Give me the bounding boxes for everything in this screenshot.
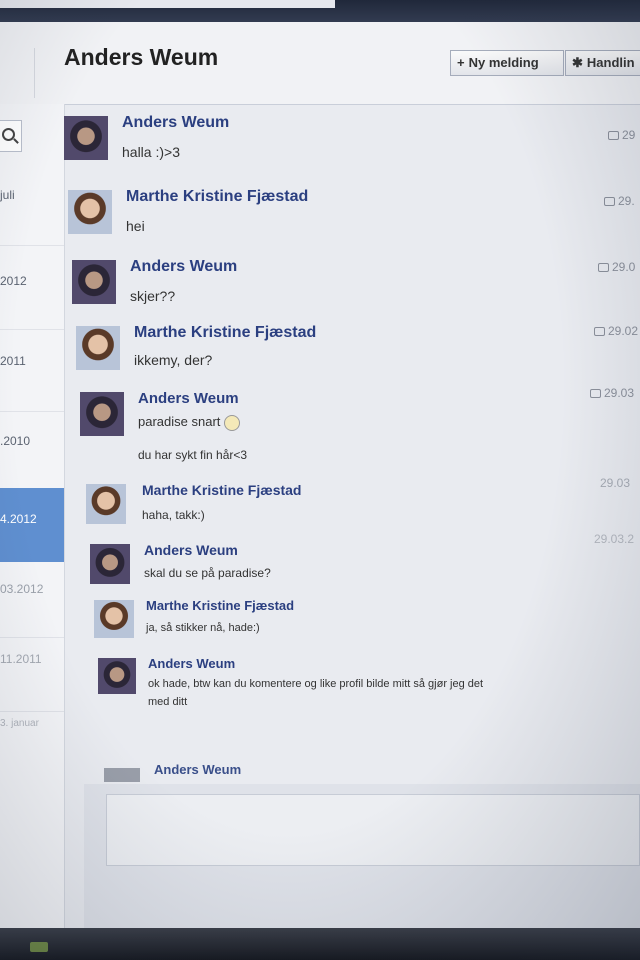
message-text: med ditt (148, 696, 188, 708)
speech-bubble-icon (604, 197, 615, 207)
conversation-date: 2012 (0, 274, 27, 288)
timestamp-text: 29.02 (608, 324, 639, 338)
message-text: ja, så stikker nå, hade:) (146, 622, 260, 634)
message-timestamp: 29.03.2 (594, 532, 634, 546)
message-sender[interactable]: Anders Weum (138, 390, 239, 407)
conversation-date: 3. januar (0, 718, 39, 729)
conversation-list-item[interactable]: 3. januar (0, 712, 64, 776)
message-text: hei (126, 218, 145, 234)
timestamp-text: 29.03 (600, 476, 631, 490)
conversation-date: 4.2012 (0, 512, 37, 526)
conversation-list-item[interactable]: .2010 (0, 414, 64, 494)
timestamp-text: 29 (622, 128, 636, 142)
message-text: ok hade, btw kan du komentere og like pr… (148, 678, 484, 690)
conversation-list-item[interactable]: 11.2011 (0, 640, 64, 712)
message-text-part: paradise snart (138, 414, 221, 429)
search-button[interactable] (0, 120, 22, 152)
screen: Anders Weum + Ny melding ✱ Handlin juli 20… (0, 0, 640, 960)
avatar (98, 658, 136, 694)
smiley-icon (224, 414, 241, 431)
message-sender[interactable]: Anders Weum (122, 114, 229, 132)
timestamp-text: 29.03.2 (594, 532, 635, 546)
message-timestamp: 29.0 (598, 260, 635, 274)
message-sender[interactable]: Marthe Kristine Fjæstad (134, 324, 316, 342)
composer-sender: Anders Weum (106, 762, 241, 777)
conversation-date: 2011 (0, 354, 26, 368)
message-text: halla :)>3 (122, 144, 180, 160)
message-sender[interactable]: Anders Weum (130, 258, 237, 276)
monitor-bezel-top (0, 0, 640, 22)
new-message-label: Ny melding (468, 55, 539, 70)
message-timestamp: 29.03 (590, 386, 634, 400)
avatar (90, 544, 130, 584)
conversation-list-item[interactable]: 03.2012 (0, 566, 64, 638)
speech-bubble-icon (598, 263, 609, 273)
header-divider (34, 48, 35, 98)
avatar (68, 190, 112, 234)
search-icon-handle (13, 138, 19, 144)
gear-icon: ✱ (572, 55, 583, 70)
conversation-list-item[interactable]: 2012 (0, 250, 64, 330)
avatar (94, 600, 134, 638)
conversation-header: Anders Weum + Ny melding ✱ Handlin (0, 22, 640, 105)
message-sender[interactable]: Anders Weum (148, 656, 235, 671)
monitor-bezel-bottom (0, 928, 640, 960)
actions-label: Handlin (586, 55, 635, 70)
timestamp-text: 29.03 (604, 386, 635, 400)
taskbar-icon[interactable] (30, 942, 48, 952)
avatar (80, 392, 124, 436)
conversation-date: 03.2012 (0, 582, 44, 596)
message-text: du har sykt fin hår<3 (138, 448, 248, 462)
avatar (86, 484, 126, 524)
conversation-list-item-active[interactable]: 4.2012 (0, 488, 64, 562)
avatar (64, 116, 108, 160)
message-text: skjer?? (130, 288, 176, 304)
conversation-title: Anders Weum (64, 44, 219, 70)
message-timestamp: 29. (604, 194, 635, 208)
conversation-date: juli (0, 188, 15, 202)
timestamp-text: 29. (618, 194, 635, 208)
avatar (76, 326, 120, 370)
conversation-date: 11.2011 (0, 652, 42, 666)
message-sender[interactable]: Marthe Kristine Fjæstad (126, 188, 308, 206)
timestamp-text: 29.0 (612, 260, 636, 274)
new-message-button[interactable]: + Ny melding (450, 50, 564, 76)
speech-bubble-icon (594, 327, 605, 337)
message-sender[interactable]: Marthe Kristine Fjæstad (146, 598, 294, 613)
message-timestamp: 29.02 (594, 324, 638, 338)
conversation-list-item[interactable]: juli (0, 166, 64, 246)
browser-top-strip (0, 0, 335, 8)
message-text: ikkemy, der? (134, 352, 213, 368)
message-text: haha, takk:) (142, 508, 205, 522)
speech-bubble-icon (608, 131, 619, 141)
conversation-date: .2010 (0, 434, 31, 448)
conversation-list: juli 2012 2011 .2010 4.2012 03.2012 11.2… (0, 104, 65, 928)
composer-sender-name: Anders Weum (154, 762, 242, 777)
conversation-list-item[interactable]: 2011 (0, 332, 64, 412)
actions-button[interactable]: ✱ Handlin (565, 50, 640, 76)
message-text: skal du se på paradise? (144, 566, 271, 580)
message-sender[interactable]: Anders Weum (144, 542, 238, 558)
message-timestamp: 29.03 (600, 476, 630, 490)
plus-icon: + (457, 55, 465, 70)
message-text: paradise snart (138, 414, 241, 431)
message-sender[interactable]: Marthe Kristine Fjæstad (142, 482, 301, 498)
reply-input[interactable] (106, 794, 640, 866)
speech-bubble-icon (590, 389, 601, 399)
avatar (72, 260, 116, 304)
message-timestamp: 29 (608, 128, 635, 142)
